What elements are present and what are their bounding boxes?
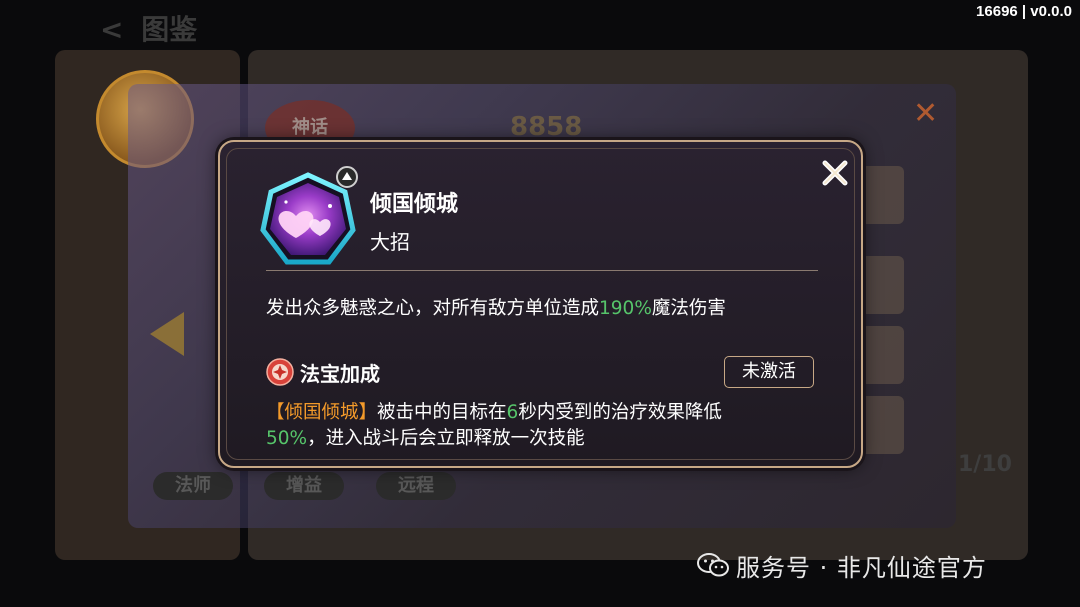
status-badge: 未激活 (724, 356, 814, 388)
treasure-title: 法宝加成 (300, 362, 380, 386)
chevron-left-icon[interactable]: < (100, 13, 123, 46)
effect-text1: 被击中的目标在 (377, 402, 507, 423)
hero-close-icon[interactable]: ✕ (913, 96, 938, 131)
skill-dialog: 倾国倾城 大招 发出众多魅惑之心，对所有敌方单位造成190%魔法伤害 法宝加成 … (218, 140, 863, 468)
wechat-icon (697, 553, 729, 577)
skill-name: 倾国倾城 (370, 192, 459, 217)
page-title: 图鉴 (141, 13, 198, 46)
effect-text3: ，进入战斗后会立即释放一次技能 (307, 428, 585, 449)
effect-text2: 秒内受到的治疗效果降低 (518, 402, 722, 423)
upgrade-arrow-icon[interactable] (336, 166, 358, 188)
divider (266, 270, 818, 271)
effect-skill-ref: 【倾国倾城】 (266, 402, 378, 423)
treasure-icon (266, 358, 294, 386)
tag-buff: 增益 (264, 472, 344, 500)
watermark: 服务号 · 非凡仙途官方 (696, 546, 987, 584)
desc-before: 发出众多魅惑之心，对所有敌方单位造成 (266, 298, 600, 319)
effect-percent: 50% (266, 428, 308, 449)
prev-arrow-icon[interactable] (150, 312, 184, 356)
skill-description: 发出众多魅惑之心，对所有敌方单位造成190%魔法伤害 (266, 294, 826, 320)
close-button[interactable] (820, 158, 850, 188)
desc-percent: 190% (599, 298, 652, 319)
watermark-text: 服务号 · 非凡仙途官方 (736, 553, 987, 582)
close-icon[interactable] (820, 158, 850, 188)
page-counter: 1/10 (958, 452, 1012, 477)
tag-mage: 法师 (153, 472, 233, 500)
version-label: 16696 | v0.0.0 (976, 3, 1072, 20)
skill-type: 大招 (370, 230, 410, 254)
back-header[interactable]: < 图鉴 (100, 8, 197, 48)
power-value: 8858 (510, 112, 583, 142)
treasure-effect: 【倾国倾城】被击中的目标在6秒内受到的治疗效果降低 50%，进入战斗后会立即释放一… (266, 400, 814, 452)
desc-after: 魔法伤害 (651, 298, 726, 319)
effect-seconds: 6 (506, 402, 519, 423)
tag-ranged: 远程 (376, 472, 456, 500)
